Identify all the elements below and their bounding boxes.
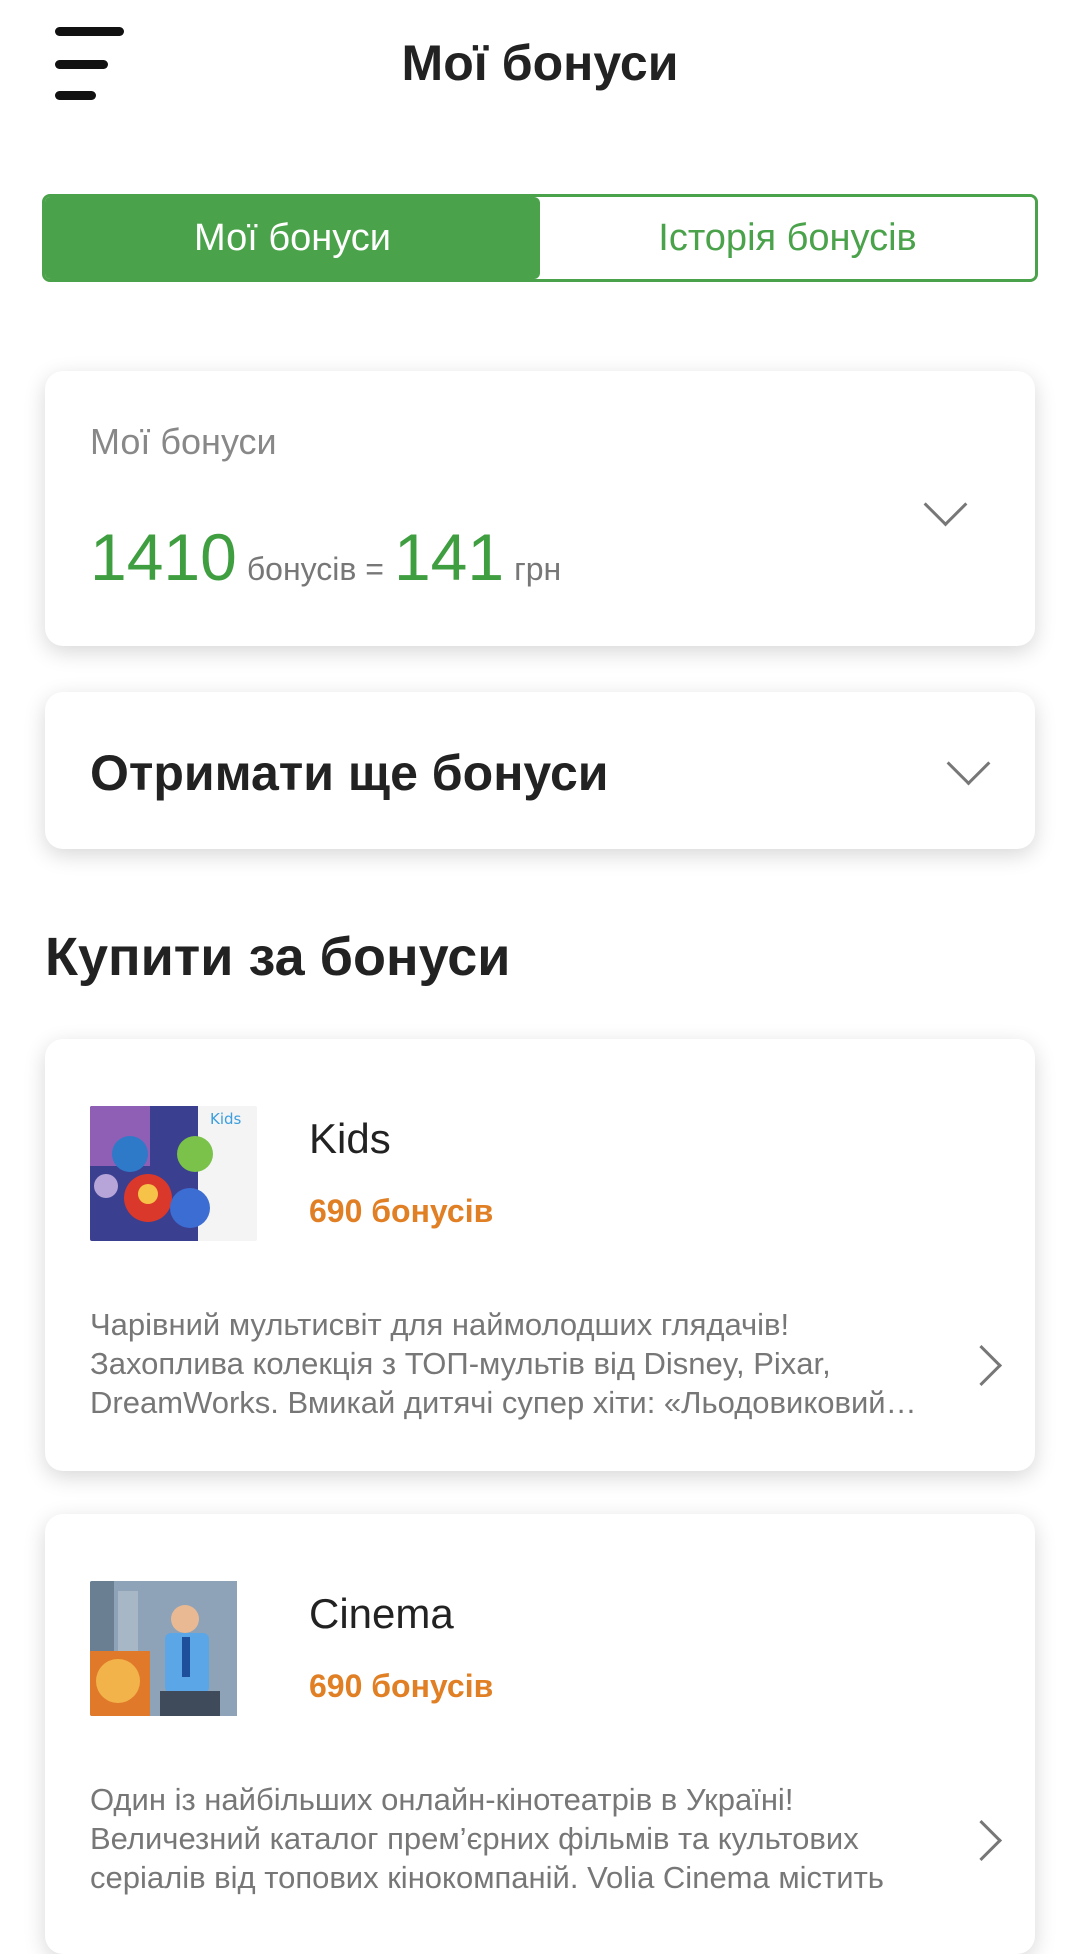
product-card-cinema[interactable]: Cinema 690 бонусів Один із найбільших он… [45, 1514, 1035, 1954]
app-header: Мої бонуси [0, 0, 1080, 130]
product-price: 690 бонусів [309, 1193, 494, 1229]
page-title: Мої бонуси [401, 35, 679, 91]
buy-section-title: Купити за бонуси [45, 927, 511, 987]
product-name: Cinema [309, 1590, 454, 1637]
chevron-down-icon[interactable] [946, 741, 991, 786]
product-description: Один із найбільших онлайн-кінотеатрів в … [90, 1782, 884, 1895]
earn-more-card[interactable]: Отримати ще бонуси [45, 692, 1035, 849]
chevron-right-icon[interactable] [960, 1344, 1003, 1387]
bonus-unit: бонусів = [246, 551, 384, 587]
product-description: Чарівний мультисвіт для наймолодших гляд… [90, 1307, 886, 1420]
tab-bonus-history[interactable]: Історія бонусів [540, 197, 1035, 279]
tab-my-bonuses[interactable]: Мої бонуси [45, 197, 540, 279]
balance-label: Мої бонуси [90, 421, 277, 462]
earn-more-label: Отримати ще бонуси [90, 745, 609, 801]
money-amount: 141 [393, 520, 505, 594]
kids-thumbnail: Kids [90, 1106, 257, 1241]
bonus-tabs: Мої бонуси Історія бонусів [42, 194, 1038, 282]
product-price: 690 бонусів [309, 1668, 494, 1704]
cinema-thumbnail [90, 1581, 257, 1716]
kids-logo-text: Kids [210, 1110, 242, 1128]
chevron-right-icon[interactable] [960, 1819, 1003, 1862]
product-card-kids[interactable]: Kids Kids 690 бонусів Чарівний мультисві… [45, 1039, 1035, 1471]
bonus-amount: 1410 [90, 520, 237, 594]
balance-row: 1410 бонусів = 141 грн [90, 519, 571, 595]
chevron-down-icon[interactable] [923, 482, 968, 527]
product-name: Kids [309, 1115, 391, 1162]
money-unit: грн [514, 551, 562, 587]
balance-card[interactable]: Мої бонуси 1410 бонусів = 141 грн [45, 371, 1035, 646]
